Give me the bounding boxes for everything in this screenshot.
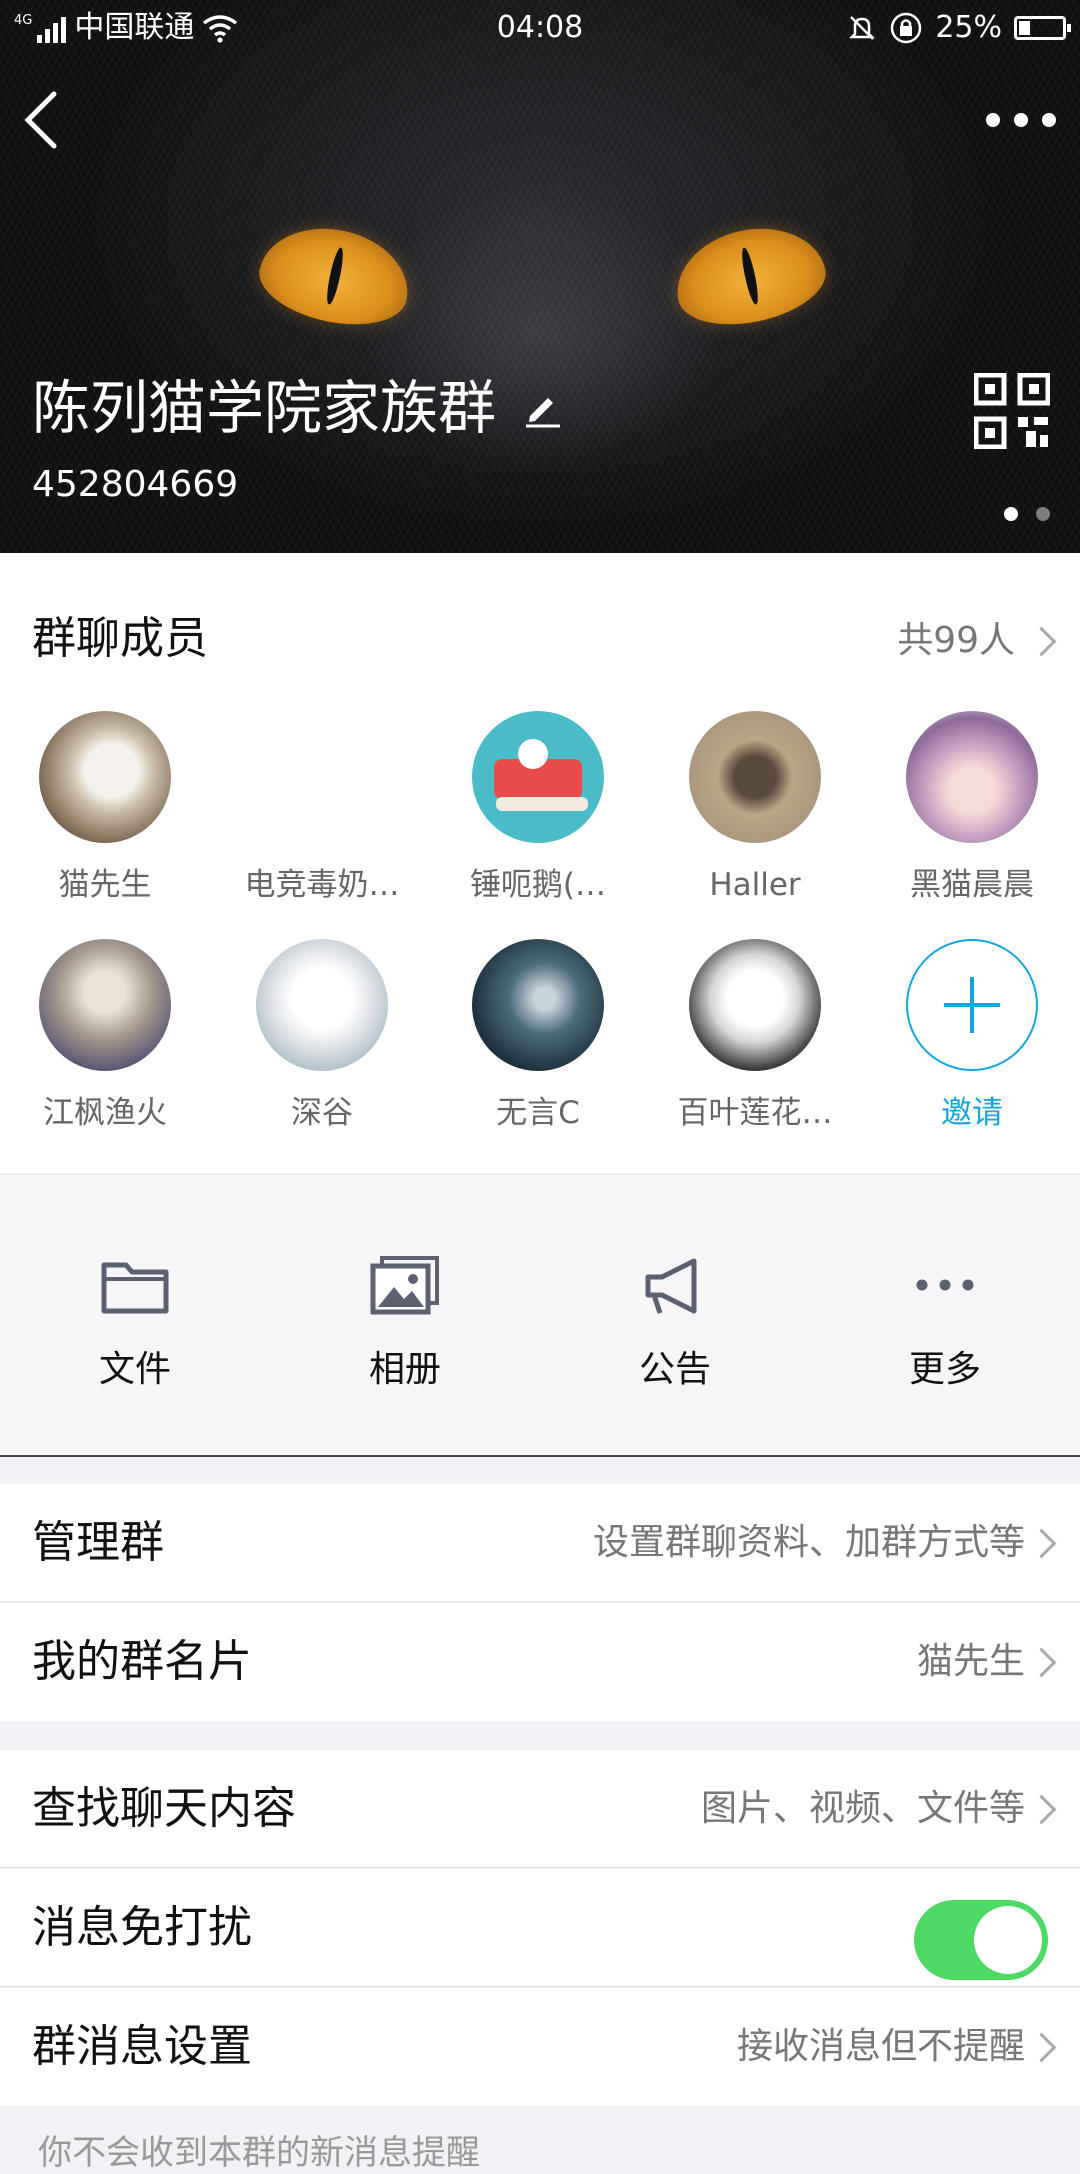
member-avatar [39, 939, 171, 1071]
status-bar: 4G 中国联通 04:08 25% [0, 0, 1080, 56]
my-group-card-row[interactable]: 我的群名片 猫先生 [0, 1603, 1080, 1721]
members-title: 群聊成员 [32, 613, 208, 664]
member-name: 深谷 [291, 1095, 353, 1131]
row-value: 猫先生 [916, 1641, 1025, 1682]
member-avatar [689, 711, 821, 843]
row-label: 群消息设置 [32, 2021, 252, 2072]
chevron-right-icon [1026, 1528, 1057, 1558]
member-name: 黑猫晨晨 [910, 867, 1034, 903]
member-avatar [256, 939, 388, 1071]
member-name: Haller [709, 867, 801, 903]
member-avatar [39, 711, 171, 843]
member-item[interactable]: 黑猫晨晨 [867, 711, 1077, 907]
do-not-disturb-row: 消息免打扰 [0, 1869, 1080, 1987]
row-label: 我的群名片 [32, 1636, 252, 1687]
rotation-lock-icon [891, 12, 922, 44]
member-item[interactable]: 猫先生 [0, 711, 210, 907]
member-avatar [689, 939, 821, 1071]
tool-label: 公告 [638, 1349, 711, 1390]
message-notice-footnote: 你不会收到本群的新消息提醒 [38, 2133, 480, 2173]
member-name: 电竞毒奶… [244, 867, 400, 903]
more-options-button[interactable] [986, 100, 1056, 140]
member-name: 江枫渔火 [43, 1095, 167, 1131]
row-label: 消息免打扰 [32, 1902, 252, 1953]
member-avatar [472, 711, 604, 843]
group-name-row: 陈列猫学院家族群 [32, 372, 562, 444]
tool-album[interactable]: 相册 [270, 1255, 540, 1395]
chevron-right-icon [1026, 2032, 1057, 2062]
members-count-link[interactable]: 共99人 [897, 611, 1057, 671]
divider [0, 1867, 1080, 1868]
chevron-right-icon [1026, 626, 1057, 656]
dot-icon [986, 113, 1000, 127]
dot-icon [1042, 113, 1056, 127]
tool-announcement[interactable]: 公告 [540, 1255, 810, 1395]
cover-page-indicator [1004, 507, 1050, 521]
row-label: 管理群 [32, 1517, 164, 1568]
row-value: 设置群聊资料、加群方式等 [592, 1522, 1025, 1563]
member-item[interactable]: Haller [650, 711, 860, 907]
page-dot [1036, 507, 1050, 521]
megaphone-icon [645, 1258, 697, 1314]
member-name: 锤呃鹅(… [469, 867, 607, 903]
chevron-right-icon [1026, 1647, 1057, 1677]
page-dot-active [1004, 507, 1018, 521]
tool-label: 文件 [98, 1349, 171, 1390]
divider [0, 1986, 1080, 1987]
search-chat-row[interactable]: 查找聊天内容 图片、视频、文件等 [0, 1750, 1080, 1868]
member-item[interactable]: 深谷 [217, 939, 427, 1135]
battery-icon [1014, 16, 1071, 40]
dot-icon [1014, 113, 1028, 127]
member-item[interactable]: 百叶莲花… [650, 939, 860, 1135]
member-name: 无言C [496, 1095, 580, 1131]
edit-pencil-icon[interactable] [522, 388, 562, 428]
member-avatar [906, 711, 1038, 843]
group-message-settings-row[interactable]: 群消息设置 接收消息但不提醒 [0, 1988, 1080, 2106]
member-name: 猫先生 [58, 867, 152, 903]
qr-code-icon[interactable] [974, 373, 1050, 449]
tool-label: 相册 [368, 1349, 441, 1390]
mute-bell-icon [849, 16, 876, 40]
divider [0, 1601, 1080, 1602]
album-icon [370, 1256, 439, 1315]
row-value: 接收消息但不提醒 [736, 2026, 1025, 2067]
group-tools-bar: 文件 相册 公告 更多 [0, 1174, 1080, 1457]
members-count: 共99人 [897, 620, 1015, 661]
member-item[interactable]: 无言C [433, 939, 643, 1135]
member-name: 百叶莲花… [677, 1095, 833, 1131]
more-icon [916, 1279, 974, 1291]
member-item[interactable]: 电竞毒奶… [217, 711, 427, 907]
invite-button[interactable]: 邀请 [867, 939, 1077, 1135]
group-members-section: 群聊成员 共99人 猫先生 电竞毒奶… 锤呃鹅(… Haller 黑猫晨晨 江枫… [0, 553, 1080, 1173]
tool-files[interactable]: 文件 [0, 1255, 270, 1395]
member-avatar [472, 939, 604, 1071]
chevron-right-icon [1026, 1794, 1057, 1824]
back-arrow-icon[interactable] [20, 90, 80, 150]
tool-more[interactable]: 更多 [810, 1255, 1080, 1395]
plus-icon [906, 939, 1038, 1071]
member-avatar [256, 711, 388, 843]
invite-label: 邀请 [941, 1095, 1003, 1131]
member-item[interactable]: 锤呃鹅(… [433, 711, 643, 907]
group-name: 陈列猫学院家族群 [32, 374, 497, 442]
toggle-knob [974, 1906, 1042, 1974]
tool-label: 更多 [908, 1349, 981, 1390]
dnd-toggle[interactable] [914, 1900, 1048, 1980]
manage-group-row[interactable]: 管理群 设置群聊资料、加群方式等 [0, 1484, 1080, 1602]
battery-percent: 25% [935, 10, 1002, 45]
group-id: 452804669 [32, 464, 239, 505]
row-label: 查找聊天内容 [32, 1783, 296, 1834]
member-item[interactable]: 江枫渔火 [0, 939, 210, 1135]
folder-icon [101, 1262, 169, 1314]
row-value: 图片、视频、文件等 [700, 1788, 1025, 1829]
